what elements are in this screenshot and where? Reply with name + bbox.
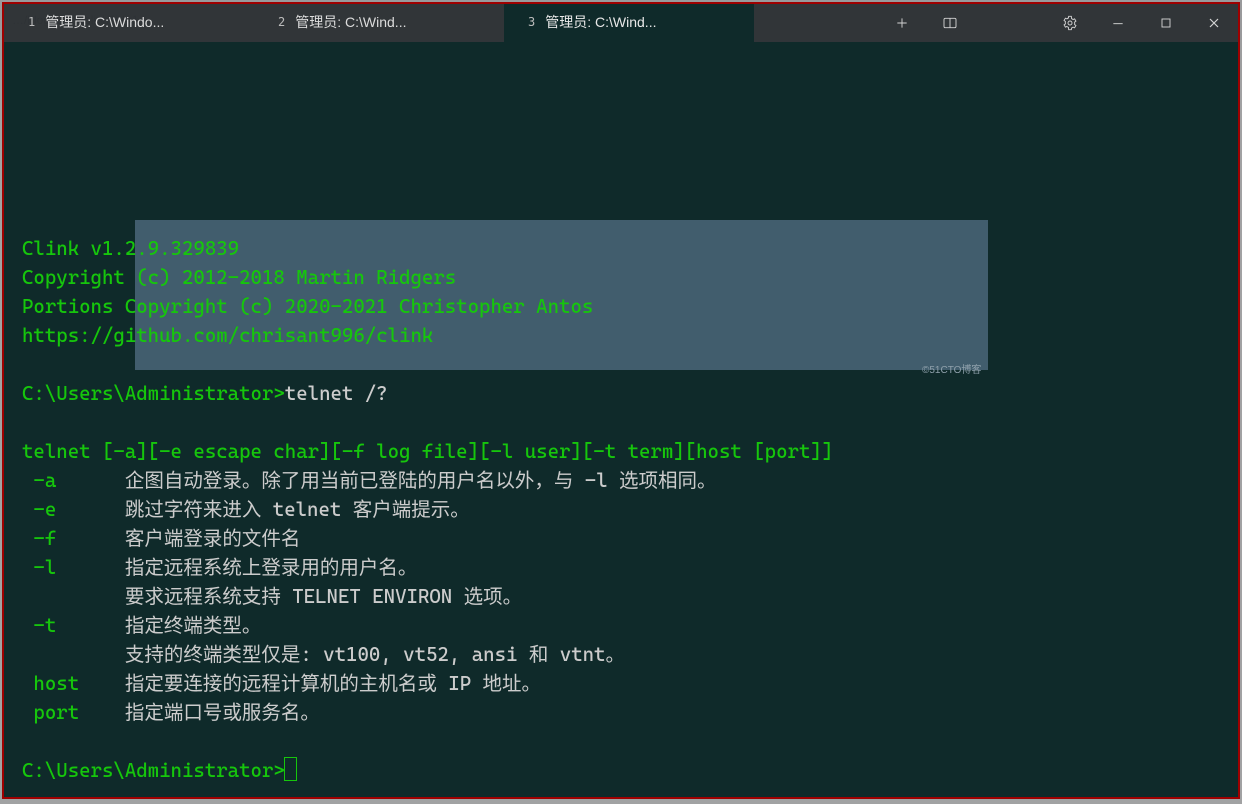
tab-3[interactable]: 3 管理员: C:\Wind...: [504, 4, 754, 42]
title-bar: 1 管理员: C:\Windo... 2 管理员: C:\Wind... 3 管…: [4, 4, 1238, 42]
tab-1[interactable]: 1 管理员: C:\Windo...: [4, 4, 254, 42]
terminal-window: 1 管理员: C:\Windo... 2 管理员: C:\Wind... 3 管…: [2, 2, 1240, 799]
window-controls: [878, 4, 1238, 42]
maximize-icon[interactable]: [1142, 4, 1190, 42]
settings-icon[interactable]: [1046, 4, 1094, 42]
close-icon[interactable]: [1190, 4, 1238, 42]
terminal-body[interactable]: ©51CTO博客 Clink v1.2.9.329839 Copyright (…: [4, 42, 1238, 797]
watermark: ©51CTO博客: [922, 356, 981, 385]
cursor: [285, 758, 296, 780]
split-pane-icon[interactable]: [926, 4, 974, 42]
minimize-icon[interactable]: [1094, 4, 1142, 42]
tab-2-label: 管理员: C:\Wind...: [295, 12, 406, 32]
tab-1-label: 管理员: C:\Windo...: [45, 12, 164, 32]
tab-2[interactable]: 2 管理员: C:\Wind...: [254, 4, 504, 42]
new-tab-icon[interactable]: [878, 4, 926, 42]
tab-3-label: 管理员: C:\Wind...: [545, 12, 656, 32]
terminal-output: Clink v1.2.9.329839 Copyright (c) 2012-2…: [22, 234, 1220, 785]
